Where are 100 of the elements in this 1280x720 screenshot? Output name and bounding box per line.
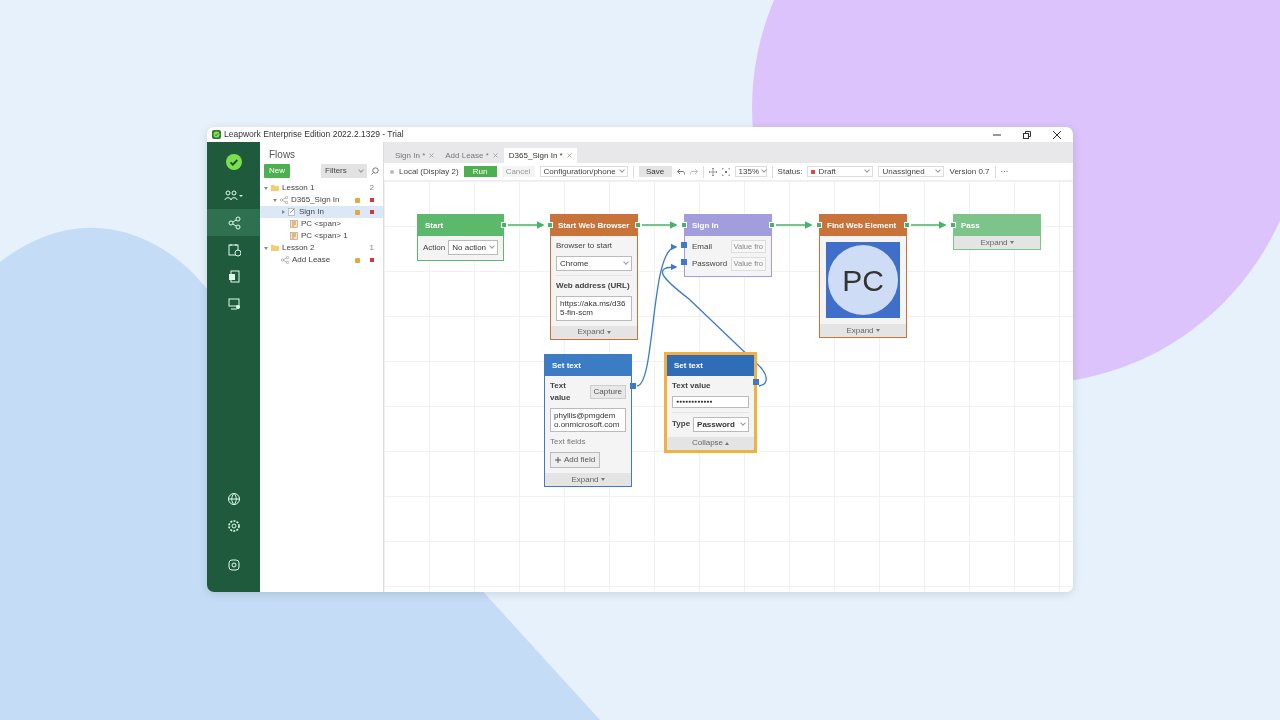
agent-label[interactable]: Local (Display 2) [399, 165, 459, 178]
status-value: Draft [818, 165, 836, 178]
tree-label: Add Lease [292, 254, 331, 266]
folder-icon [271, 184, 279, 192]
people-icon[interactable] [223, 188, 244, 203]
tree-label: PC <span> 1 [301, 230, 348, 242]
tree-item[interactable]: Sign In [260, 206, 383, 218]
share-nodes-icon[interactable] [226, 215, 241, 230]
add-field-button[interactable]: Add field [550, 452, 601, 469]
close-icon[interactable] [1053, 130, 1061, 139]
field-label: Browser to start [556, 240, 613, 252]
restore-icon[interactable] [1023, 130, 1031, 139]
output-port[interactable] [501, 222, 507, 228]
item-count: 2 [369, 182, 374, 194]
redo-icon[interactable] [689, 168, 698, 175]
flow-node[interactable]: Find Web Element PC Expand [819, 214, 907, 338]
output-port[interactable] [769, 222, 775, 228]
expand-toggle[interactable]: Expand [551, 325, 637, 339]
expand-caret-icon[interactable] [264, 186, 268, 190]
expand-toggle[interactable]: Expand [954, 236, 1040, 249]
status-dropdown[interactable]: Draft [807, 166, 874, 177]
configuration-dropdown[interactable]: Configuration/phone [539, 166, 628, 177]
share-nodes-icon [280, 196, 288, 204]
field-label: Type [672, 418, 691, 431]
dropdown[interactable]: Chrome [556, 256, 632, 272]
window-title: Leapwork Enterprise Edition 2022.2.1329 - Trial [224, 128, 404, 141]
node-title: Set text [667, 355, 754, 376]
url-field[interactable]: https://aka.ms/d365-fin-scm [556, 296, 632, 321]
collapse-caret-icon[interactable] [282, 210, 285, 214]
tree-item[interactable]: PC <span> 1 [260, 230, 383, 242]
text-value-field[interactable]: phyllis@pmgdemo.onmicrosoft.com [550, 408, 626, 433]
tab[interactable]: D365_Sign In * [503, 148, 577, 163]
field-label: Email [692, 240, 712, 253]
node-title: Pass [954, 215, 1040, 236]
tree-item[interactable]: Lesson 1 2 [260, 182, 383, 194]
item-count: 1 [369, 242, 374, 254]
panel-title: Flows [268, 148, 297, 162]
tree-item[interactable]: Lesson 2 1 [260, 242, 383, 254]
step-icon [288, 208, 296, 216]
connector-arrow [910, 221, 947, 229]
version-label: Version 0.7 [949, 165, 990, 178]
element-icon [290, 220, 298, 228]
flow-node[interactable]: Start Web Browser Browser to start Chrome Web address (URL) https://aka.ms/d365-fin-scm Expand [550, 214, 638, 340]
field-label: Text value [550, 380, 572, 404]
field-label: Text value [672, 380, 712, 392]
field-label: Password [692, 257, 728, 270]
capture-button[interactable]: Capture [589, 385, 626, 399]
connector-arrow [641, 221, 678, 229]
output-port[interactable] [904, 222, 910, 228]
move-icon[interactable] [708, 167, 717, 176]
filter-dropdown[interactable]: Filters [321, 164, 367, 178]
tree-label: Lesson 1 [282, 182, 315, 194]
dropdown[interactable]: Password [693, 416, 749, 432]
search-icon[interactable] [371, 167, 379, 175]
save-button[interactable]: Save [638, 166, 672, 177]
input-port[interactable] [547, 222, 553, 228]
tree-item[interactable]: D365_Sign In [260, 194, 383, 206]
plus-icon [555, 457, 561, 464]
tab[interactable]: Sign In * [390, 148, 440, 163]
globe-icon[interactable] [226, 491, 241, 506]
share-nodes-icon [281, 256, 289, 264]
settings-icon[interactable] [226, 518, 241, 533]
expand-caret-icon[interactable] [264, 246, 268, 250]
expand-toggle[interactable]: Expand [820, 324, 906, 337]
node-title: Find Web Element [820, 215, 906, 236]
input-port[interactable] [681, 242, 687, 248]
image-initials: PC [828, 245, 898, 315]
element-icon [290, 232, 298, 240]
dropdown[interactable]: No action [448, 240, 498, 256]
input-port[interactable] [681, 259, 687, 266]
tree-item[interactable]: Add Lease [260, 254, 383, 266]
tree-label: Lesson 2 [282, 242, 315, 254]
input-port[interactable] [681, 222, 687, 228]
output-port[interactable] [635, 222, 641, 228]
tree-item[interactable]: PC <span> [260, 218, 383, 230]
tab[interactable]: Add Lease * [440, 148, 503, 163]
field-label: Action [423, 241, 446, 254]
tree-label: D365_Sign In [291, 194, 340, 206]
folder-icon [271, 244, 279, 252]
assignee-dropdown[interactable]: Unassigned [878, 166, 945, 177]
more-button[interactable]: ··· [1000, 165, 1009, 178]
app-logo-icon [212, 130, 221, 139]
input-port[interactable] [950, 222, 956, 228]
calendar-clock-icon[interactable] [226, 242, 241, 257]
status-label: Status: [777, 165, 803, 178]
expand-caret-icon[interactable] [273, 198, 277, 202]
undo-icon[interactable] [676, 168, 685, 175]
fit-screen-icon[interactable] [721, 167, 730, 176]
agent-status-dot [390, 169, 394, 174]
expand-toggle[interactable]: Collapse [667, 436, 754, 450]
zoom-dropdown[interactable]: 135% [734, 166, 767, 177]
tree-label: Sign In [299, 206, 324, 218]
flow-node[interactable]: Pass Expand [953, 214, 1041, 250]
tree-label: PC <span> [301, 218, 342, 230]
input-port[interactable] [816, 222, 822, 228]
expand-toggle[interactable]: Expand [545, 473, 631, 487]
document-icon[interactable] [226, 269, 241, 284]
computer-gear-icon[interactable] [226, 296, 241, 311]
node-title: Set text [545, 355, 631, 376]
flow-node[interactable]: Start Action No action [417, 214, 504, 262]
